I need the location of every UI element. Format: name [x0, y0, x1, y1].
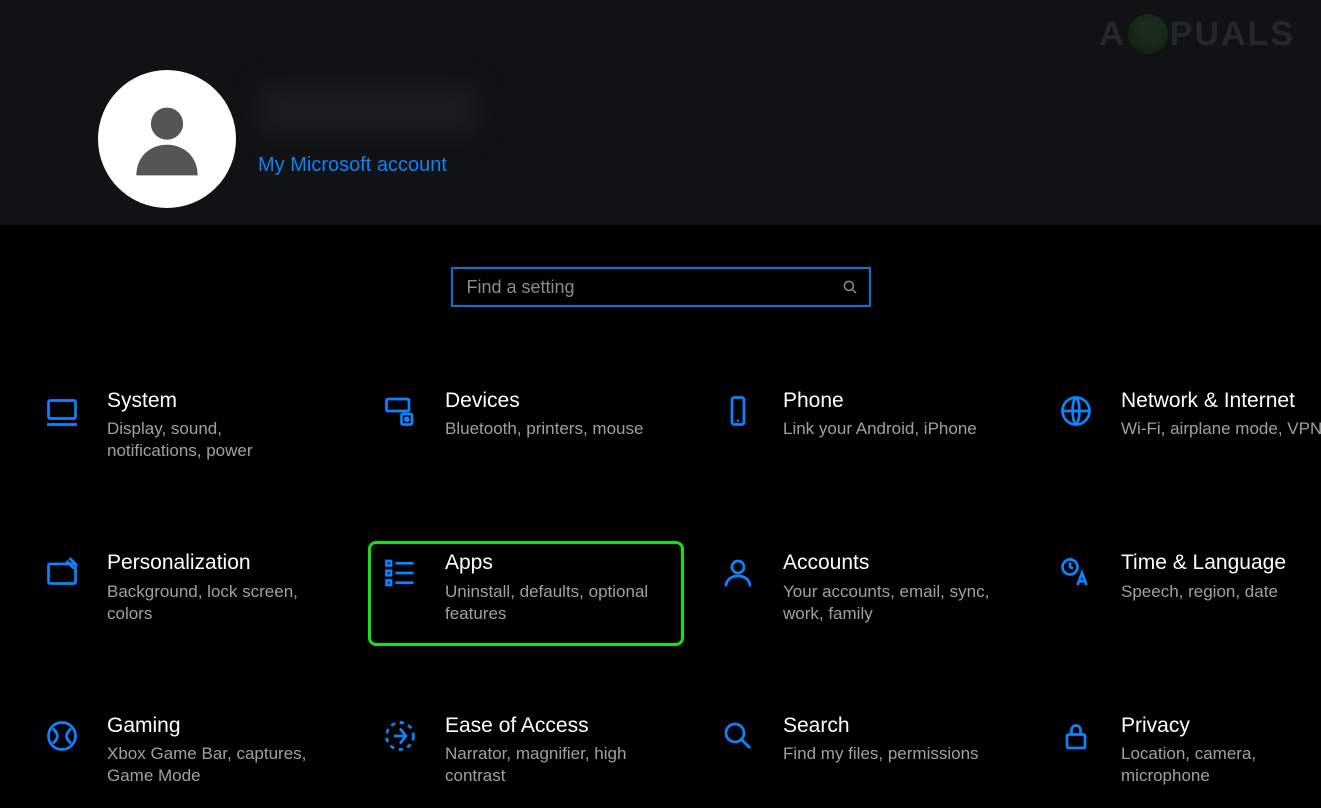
tile-title: Network & Internet: [1121, 388, 1321, 414]
avatar[interactable]: [98, 70, 236, 208]
tile-apps[interactable]: Apps Uninstall, defaults, optional featu…: [368, 541, 684, 645]
user-name-redacted: [258, 84, 478, 136]
tile-search[interactable]: Search Find my files, permissions: [706, 704, 1022, 808]
tile-gaming[interactable]: Gaming Xbox Game Bar, captures, Game Mod…: [30, 704, 346, 808]
tile-accounts[interactable]: Accounts Your accounts, email, sync, wor…: [706, 541, 1022, 645]
watermark-text-before: A: [1099, 15, 1126, 54]
tile-title: Ease of Access: [445, 713, 655, 739]
tile-devices[interactable]: Devices Bluetooth, printers, mouse: [368, 379, 684, 483]
tile-subtitle: Xbox Game Bar, captures, Game Mode: [107, 743, 317, 787]
watermark-text-after: PUALS: [1170, 15, 1295, 54]
tile-title: Apps: [445, 550, 655, 576]
tile-title: Time & Language: [1121, 550, 1286, 576]
ease-of-access-icon: [381, 717, 419, 755]
tile-subtitle: Speech, region, date: [1121, 581, 1286, 603]
tile-phone[interactable]: Phone Link your Android, iPhone: [706, 379, 1022, 483]
tile-subtitle: Narrator, magnifier, high contrast: [445, 743, 655, 787]
tile-title: Gaming: [107, 713, 317, 739]
tile-system[interactable]: System Display, sound, notifications, po…: [30, 379, 346, 483]
tile-title: Phone: [783, 388, 977, 414]
tile-ease-of-access[interactable]: Ease of Access Narrator, magnifier, high…: [368, 704, 684, 808]
tile-subtitle: Uninstall, defaults, optional features: [445, 581, 655, 625]
privacy-icon: [1057, 717, 1095, 755]
gaming-icon: [43, 717, 81, 755]
tile-title: System: [107, 388, 317, 414]
tile-title: Privacy: [1121, 713, 1321, 739]
personalization-icon: [43, 554, 81, 592]
search-icon: [841, 278, 859, 296]
search-container: [0, 225, 1321, 321]
time-language-icon: [1057, 554, 1095, 592]
tile-network[interactable]: Network & Internet Wi-Fi, airplane mode,…: [1044, 379, 1321, 483]
search-input[interactable]: [467, 277, 841, 298]
tile-personalization[interactable]: Personalization Background, lock screen,…: [30, 541, 346, 645]
tile-subtitle: Location, camera, microphone: [1121, 743, 1321, 787]
tile-subtitle: Find my files, permissions: [783, 743, 979, 765]
tile-subtitle: Bluetooth, printers, mouse: [445, 418, 643, 440]
accounts-icon: [719, 554, 757, 592]
mascot-icon: [1128, 14, 1168, 54]
search-category-icon: [719, 717, 757, 755]
settings-tiles-grid: System Display, sound, notifications, po…: [0, 321, 1321, 808]
appuals-watermark: A PUALS: [1099, 14, 1295, 54]
system-icon: [43, 392, 81, 430]
phone-icon: [719, 392, 757, 430]
search-box[interactable]: [451, 267, 871, 307]
devices-icon: [381, 392, 419, 430]
tile-subtitle: Wi-Fi, airplane mode, VPN: [1121, 418, 1321, 440]
tile-title: Accounts: [783, 550, 993, 576]
microsoft-account-link[interactable]: My Microsoft account: [258, 154, 478, 177]
tile-title: Personalization: [107, 550, 317, 576]
tile-subtitle: Your accounts, email, sync, work, family: [783, 581, 993, 625]
tile-subtitle: Background, lock screen, colors: [107, 581, 317, 625]
globe-icon: [1057, 392, 1095, 430]
user-info: My Microsoft account: [258, 70, 478, 177]
person-icon: [121, 93, 213, 185]
tile-privacy[interactable]: Privacy Location, camera, microphone: [1044, 704, 1321, 808]
apps-icon: [381, 554, 419, 592]
settings-header: My Microsoft account A PUALS: [0, 0, 1321, 225]
tile-title: Search: [783, 713, 979, 739]
tile-title: Devices: [445, 388, 643, 414]
tile-subtitle: Display, sound, notifications, power: [107, 418, 317, 462]
tile-time-language[interactable]: Time & Language Speech, region, date: [1044, 541, 1321, 645]
tile-subtitle: Link your Android, iPhone: [783, 418, 977, 440]
